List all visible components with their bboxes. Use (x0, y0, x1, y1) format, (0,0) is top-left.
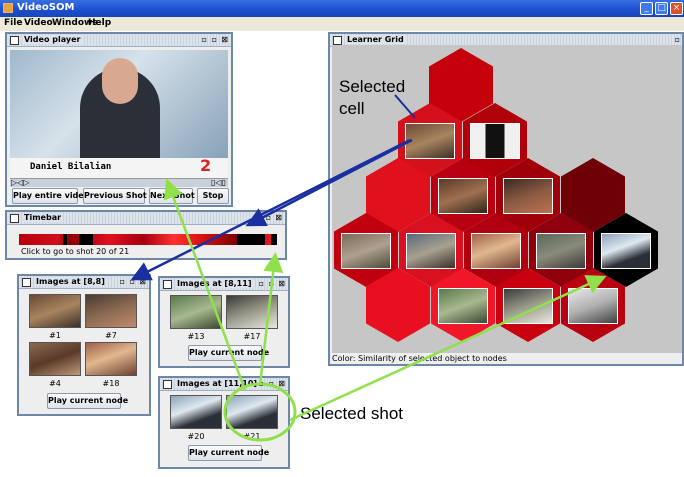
shot-number: #1 (49, 331, 61, 340)
channel-logo: 2 (200, 156, 212, 175)
shot-thumbnail[interactable] (226, 395, 278, 429)
learner-grid-status: Color: Similarity of selected object to … (332, 354, 507, 363)
node-thumbnail[interactable] (341, 233, 391, 269)
images-11-10-title: Images at [11,10] (175, 379, 260, 388)
node-thumbnail[interactable] (536, 233, 586, 269)
images-8-11-header[interactable]: Images at [8,11] ▫ ▫ ⊠ (160, 278, 288, 291)
presenter-name-caption: Daniel Bilalian (30, 162, 112, 172)
play-current-node-button[interactable]: Play current node (188, 445, 269, 461)
close-icon[interactable]: ⊠ (139, 277, 146, 286)
window-checkbox-icon[interactable] (10, 36, 19, 45)
menu-file[interactable]: File (4, 18, 22, 28)
maximize-icon[interactable]: ▫ (266, 213, 271, 222)
window-checkbox-icon[interactable] (22, 278, 31, 287)
maximize-icon[interactable]: ▫ (130, 277, 135, 286)
timebar-window: Timebar ▫ ▫ ⊠ Click to go to shot 20 of … (5, 210, 287, 260)
shot-marker (271, 234, 277, 245)
images-8-11-window: Images at [8,11] ▫ ▫ ⊠ #13 #17 Play curr… (158, 276, 290, 368)
node-thumbnail[interactable] (601, 233, 651, 269)
close-icon[interactable]: ⊠ (275, 213, 282, 222)
shot-number: #13 (187, 332, 205, 341)
maximize-icon[interactable]: □ (655, 2, 668, 15)
play-current-node-button[interactable]: Play current node (47, 393, 128, 409)
shot-thumbnail[interactable] (29, 342, 81, 376)
window-checkbox-icon[interactable] (333, 36, 342, 45)
shot-marker (79, 234, 93, 245)
images-8-8-header[interactable]: Images at [8,8] ▫ ▫ ⊠ (19, 276, 149, 289)
shot-number: #17 (243, 332, 261, 341)
restore-icon[interactable]: ▫ (675, 35, 680, 44)
images-8-11-title: Images at [8,11] (175, 279, 254, 288)
play-current-node-button[interactable]: Play current node (188, 345, 269, 361)
restore-icon[interactable]: ▫ (256, 213, 261, 222)
play-icon[interactable]: ▷◁▷ (11, 178, 29, 187)
app-title: VideoSOM (17, 2, 75, 13)
shot-marker (237, 234, 265, 245)
timebar-hint: Click to go to shot 20 of 21 (21, 247, 130, 256)
restore-icon[interactable]: ▫ (259, 279, 264, 288)
maximize-icon[interactable]: ▫ (269, 279, 274, 288)
menu-help[interactable]: Help (88, 18, 111, 28)
video-player-header[interactable]: Video player ▫ ▫ ⊠ (7, 34, 231, 47)
close-icon[interactable]: ⊠ (278, 379, 285, 388)
shot-number: #4 (49, 379, 61, 388)
restore-icon[interactable]: ▫ (202, 35, 207, 44)
node-thumbnail[interactable] (568, 288, 618, 324)
volume-icon[interactable]: ▯◁▯ (211, 178, 226, 187)
close-icon[interactable]: × (670, 2, 683, 15)
restore-icon[interactable]: ▫ (259, 379, 264, 388)
video-frame[interactable]: Daniel Bilalian 2 (10, 50, 228, 178)
learner-grid-title: Learner Grid (345, 35, 406, 44)
window-checkbox-icon[interactable] (163, 280, 172, 289)
presenter-face (102, 58, 138, 104)
window-checkbox-icon[interactable] (10, 214, 19, 223)
images-11-10-header[interactable]: Images at [11,10] ▫ ▫ ⊠ (160, 378, 288, 391)
images-8-8-title: Images at [8,8] (34, 277, 107, 286)
video-player-window: Video player ▫ ▫ ⊠ Daniel Bilalian 2 ▷◁▷… (5, 32, 233, 207)
timebar-header[interactable]: Timebar ▫ ▫ ⊠ (7, 212, 285, 225)
selected-shot-annotation: Selected shot (300, 404, 404, 423)
node-thumbnail[interactable] (438, 178, 488, 214)
shot-number: #20 (187, 432, 205, 441)
images-11-10-window: Images at [11,10] ▫ ▫ ⊠ #20 #21 Play cur… (158, 376, 290, 469)
shot-thumbnail[interactable] (85, 342, 137, 376)
video-player-title: Video player (22, 35, 83, 44)
images-8-8-window: Images at [8,8] ▫ ▫ ⊠ #1 #7 #4 #18 Play … (17, 274, 151, 416)
node-thumbnail[interactable] (471, 233, 521, 269)
playback-slider[interactable]: ▷◁▷ ▯◁▯ (10, 178, 228, 187)
shot-number: #21 (243, 432, 261, 441)
shot-thumbnail[interactable] (29, 294, 81, 328)
node-thumbnail[interactable] (470, 123, 520, 159)
timebar-title: Timebar (22, 213, 64, 222)
node-thumbnail[interactable] (406, 233, 456, 269)
shot-number: #18 (102, 379, 120, 388)
app-titlebar: VideoSOM _ □ × (0, 0, 684, 17)
shot-number: #7 (105, 331, 117, 340)
shot-thumbnail[interactable] (170, 295, 222, 329)
stop-button[interactable]: Stop (197, 188, 229, 204)
close-icon[interactable]: ⊠ (278, 279, 285, 288)
restore-icon[interactable]: ▫ (120, 277, 125, 286)
play-entire-video-button[interactable]: Play entire video (12, 188, 89, 204)
shot-thumbnail[interactable] (85, 294, 137, 328)
node-thumbnail[interactable] (405, 123, 455, 159)
menubar: File Video Windows Help (0, 17, 684, 31)
node-thumbnail[interactable] (438, 288, 488, 324)
node-thumbnail[interactable] (503, 178, 553, 214)
shot-timeline[interactable] (19, 234, 277, 245)
shot-thumbnail[interactable] (170, 395, 222, 429)
next-shot-button[interactable]: Next Shot (149, 188, 195, 204)
maximize-icon[interactable]: ▫ (269, 379, 274, 388)
menu-video[interactable]: Video (24, 18, 53, 28)
previous-shot-button[interactable]: Previous Shot (83, 188, 147, 204)
node-thumbnail[interactable] (503, 288, 553, 324)
shot-marker (63, 234, 67, 245)
window-checkbox-icon[interactable] (163, 380, 172, 389)
close-icon[interactable]: ⊠ (221, 35, 228, 44)
selected-cell-annotation: Selected cell (339, 77, 406, 118)
maximize-icon[interactable]: ▫ (212, 35, 217, 44)
app-icon (3, 3, 13, 13)
shot-thumbnail[interactable] (226, 295, 278, 329)
minimize-icon[interactable]: _ (640, 2, 653, 15)
